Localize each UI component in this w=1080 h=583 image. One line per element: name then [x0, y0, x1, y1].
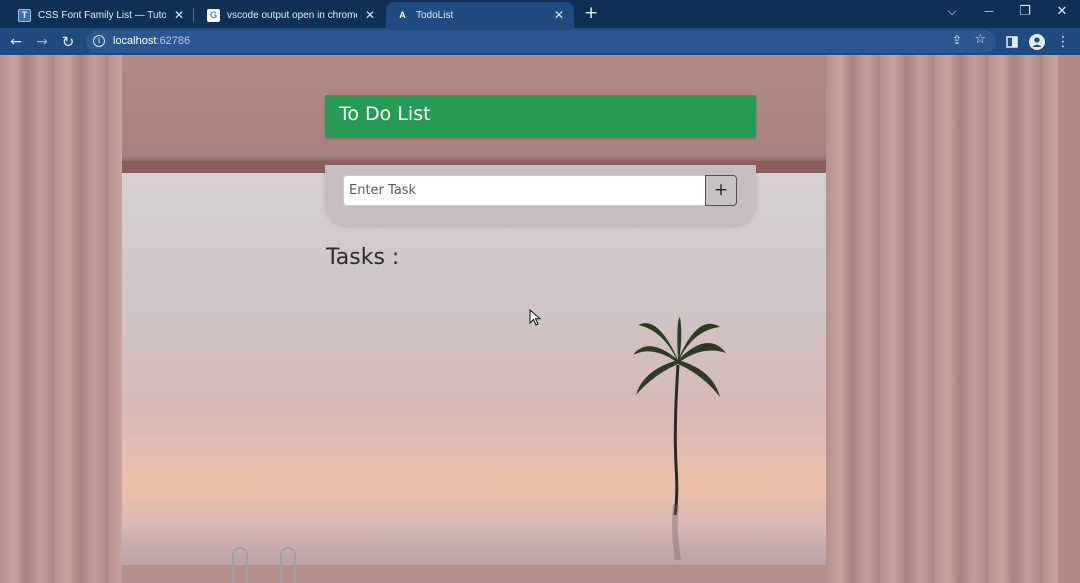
task-input-card: +: [325, 165, 756, 225]
close-tab-icon[interactable]: ✕: [363, 8, 377, 22]
close-tab-icon[interactable]: ✕: [552, 8, 566, 22]
page-viewport: To Do List + Tasks :: [0, 55, 1080, 583]
tab-vscode-output[interactable]: G vscode output open in chrome - ✕: [197, 2, 385, 28]
tab-divider: [193, 8, 194, 22]
angular-icon: A: [399, 10, 406, 20]
add-task-button[interactable]: +: [705, 175, 737, 206]
window-close-icon[interactable]: ✕: [1052, 4, 1072, 19]
background-floor: [120, 565, 830, 583]
close-tab-icon[interactable]: ✕: [172, 8, 186, 22]
reload-icon[interactable]: ↻: [58, 32, 78, 52]
share-icon[interactable]: ⇪: [952, 33, 962, 47]
back-icon[interactable]: ←: [6, 32, 26, 52]
curtain-left: [0, 55, 122, 583]
address-bar[interactable]: i localhost:62786 ⇪ ☆: [86, 30, 996, 53]
forward-icon[interactable]: →: [32, 32, 52, 52]
tutorialbrain-icon: T: [18, 8, 31, 22]
app-header: To Do List: [325, 95, 756, 138]
tab-title: CSS Font Family List — TutorialB: [38, 9, 166, 21]
pool-ladder-rail: [280, 547, 296, 583]
tasks-heading: Tasks :: [326, 245, 400, 270]
bookmark-star-icon[interactable]: ☆: [974, 32, 986, 47]
tab-title: TodoList: [416, 9, 454, 21]
site-info-icon[interactable]: i: [93, 35, 105, 47]
pool-ladder-rail: [232, 547, 248, 583]
curtain-right: [826, 55, 1058, 583]
google-icon: G: [207, 8, 220, 22]
side-panel-icon[interactable]: [1002, 32, 1022, 52]
tab-search-dropdown-icon[interactable]: ⌵: [942, 4, 962, 19]
wall-edge: [1058, 55, 1080, 583]
profile-avatar-icon[interactable]: [1027, 32, 1047, 52]
mouse-cursor-icon: [529, 309, 541, 326]
tab-todolist[interactable]: A TodoList ✕: [386, 2, 574, 28]
palm-tree-image: [633, 317, 726, 561]
app-title: To Do List: [339, 103, 431, 125]
url-host: localhost: [113, 35, 157, 47]
url-port: :62786: [156, 35, 191, 47]
browser-menu-icon[interactable]: ⋮: [1053, 32, 1073, 52]
new-tab-button[interactable]: +: [584, 5, 598, 22]
tab-css-font-family[interactable]: T CSS Font Family List — TutorialB ✕: [8, 2, 194, 28]
address-url: localhost:62786: [113, 35, 190, 47]
task-input[interactable]: [343, 175, 706, 206]
restore-icon[interactable]: ❐: [1015, 4, 1035, 19]
minimize-icon[interactable]: —: [979, 6, 999, 17]
browser-toolbar: ← → ↻ i localhost:62786 ⇪ ☆ ⋮: [0, 28, 1080, 55]
tab-strip: T CSS Font Family List — TutorialB ✕ G v…: [0, 0, 1080, 28]
tab-title: vscode output open in chrome -: [227, 9, 357, 21]
